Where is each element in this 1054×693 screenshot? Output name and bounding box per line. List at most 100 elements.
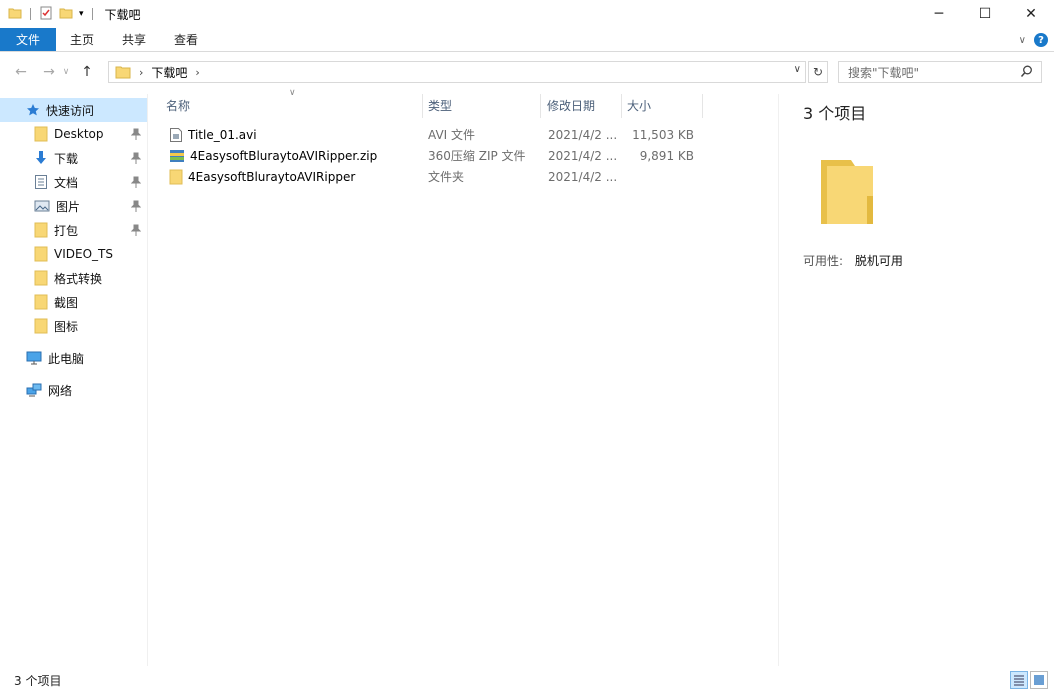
- folder-icon: [34, 222, 48, 238]
- tab-share[interactable]: 共享: [108, 28, 160, 51]
- tab-home[interactable]: 主页: [56, 28, 108, 51]
- toolbar-separator: [91, 8, 93, 20]
- file-type: 文件夹: [428, 170, 465, 184]
- nav-quick-access[interactable]: 快速访问: [0, 98, 147, 122]
- column-header-type[interactable]: 类型: [428, 94, 452, 116]
- address-bar[interactable]: › 下载吧 › ∨: [108, 61, 806, 83]
- nav-item-label: 截图: [54, 295, 79, 310]
- breadcrumb-current[interactable]: 下载吧: [151, 64, 187, 81]
- toolbar-separator: [30, 8, 31, 20]
- close-button[interactable]: ✕: [1008, 0, 1054, 28]
- up-button[interactable]: ↑: [76, 61, 98, 83]
- forward-button[interactable]: →: [38, 61, 60, 83]
- address-dropdown-icon[interactable]: ∨: [794, 64, 801, 75]
- column-divider[interactable]: [621, 94, 622, 118]
- download-arrow-icon: [34, 150, 48, 166]
- file-size: 11,503 KB: [632, 127, 694, 142]
- chevron-right-icon[interactable]: ›: [195, 66, 199, 79]
- tab-file[interactable]: 文件: [0, 28, 57, 51]
- nav-this-pc[interactable]: 此电脑: [0, 346, 147, 370]
- tab-view[interactable]: 查看: [160, 28, 212, 51]
- nav-item-label: 网络: [48, 383, 73, 398]
- network-icon: [26, 383, 42, 397]
- file-type: 360压缩 ZIP 文件: [428, 149, 526, 163]
- column-divider[interactable]: [702, 94, 703, 118]
- file-row[interactable]: Title_01.avi AVI 文件 2021/4/2 ... 11,503 …: [149, 124, 778, 145]
- nav-item-label: 图标: [54, 319, 79, 334]
- file-name: 4EasysoftBluraytoAVIRipper: [188, 169, 356, 184]
- folder-icon: [34, 270, 48, 286]
- back-button[interactable]: ←: [10, 61, 32, 83]
- address-folder-icon: [115, 65, 131, 79]
- search-icon[interactable]: [1020, 65, 1033, 81]
- status-bar: 3 个项目: [0, 668, 1054, 693]
- computer-icon: [26, 351, 42, 365]
- folder-icon[interactable]: [8, 6, 22, 23]
- nav-item-label: 文档: [54, 175, 79, 190]
- file-size: 9,891 KB: [639, 148, 694, 163]
- nav-item-pictures[interactable]: 图片: [0, 194, 147, 218]
- search-input[interactable]: 搜索"下载吧": [848, 64, 919, 81]
- nav-item-downloads[interactable]: 下载: [0, 146, 147, 170]
- help-icon[interactable]: ?: [1034, 33, 1048, 47]
- nav-item-desktop[interactable]: Desktop: [0, 122, 147, 146]
- nav-item-icons[interactable]: 图标: [0, 314, 147, 338]
- sort-ascending-icon: ∨: [289, 88, 296, 98]
- pin-icon[interactable]: [130, 176, 142, 191]
- large-icons-view-icon[interactable]: [1030, 671, 1048, 689]
- folder-icon: [169, 169, 183, 185]
- navigation-pane: 快速访问 Desktop 下载 文档 图片 打包 VIDEO_TS 格式转换 截…: [0, 94, 148, 666]
- file-name-cell: 4EasysoftBluraytoAVIRipper.zip: [169, 145, 377, 166]
- refresh-button[interactable]: ↻: [808, 61, 828, 83]
- pin-icon[interactable]: [130, 128, 142, 143]
- nav-item-format-convert[interactable]: 格式转换: [0, 266, 147, 290]
- expand-ribbon-chevron-icon[interactable]: ∨: [1019, 35, 1026, 46]
- column-header-name[interactable]: 名称: [166, 94, 190, 116]
- status-item-count: 3 个项目: [14, 674, 62, 688]
- file-name-cell: Title_01.avi: [169, 124, 257, 145]
- window-title: 下载吧: [104, 7, 141, 22]
- column-divider[interactable]: [540, 94, 541, 118]
- nav-item-screenshots[interactable]: 截图: [0, 290, 147, 314]
- nav-item-label: 打包: [54, 223, 79, 238]
- file-row[interactable]: 4EasysoftBluraytoAVIRipper 文件夹 2021/4/2 …: [149, 166, 778, 187]
- nav-item-label: Desktop: [54, 127, 104, 141]
- details-view-icon[interactable]: [1010, 671, 1028, 689]
- folder-icon: [34, 246, 48, 262]
- nav-network[interactable]: 网络: [0, 378, 147, 402]
- column-header-size[interactable]: 大小: [627, 94, 651, 116]
- nav-item-dabao[interactable]: 打包: [0, 218, 147, 242]
- video-file-icon: [169, 127, 183, 143]
- availability-value: 脱机可用: [854, 254, 903, 268]
- minimize-button[interactable]: ─: [916, 0, 962, 28]
- pin-icon[interactable]: [130, 200, 142, 215]
- pin-icon[interactable]: [130, 224, 142, 239]
- maximize-button[interactable]: ☐: [962, 0, 1008, 28]
- title-bar: ▾ 下载吧 ─ ☐ ✕: [0, 0, 1054, 28]
- availability-row: 可用性: 脱机可用: [803, 252, 903, 269]
- recent-locations-dropdown[interactable]: ∨: [60, 61, 72, 83]
- nav-item-label: 下载: [54, 151, 79, 166]
- nav-item-video-ts[interactable]: VIDEO_TS: [0, 242, 147, 266]
- properties-checklist-icon[interactable]: [39, 6, 53, 23]
- search-box[interactable]: 搜索"下载吧": [838, 61, 1042, 83]
- customize-toolbar-dropdown-icon[interactable]: ▾: [79, 9, 84, 19]
- new-folder-icon[interactable]: [59, 6, 73, 23]
- details-pane: 3 个项目 可用性: 脱机可用: [778, 94, 1054, 666]
- nav-item-label: VIDEO_TS: [54, 247, 113, 261]
- nav-item-label: 图片: [56, 199, 81, 214]
- file-name: Title_01.avi: [188, 127, 257, 142]
- file-date: 2021/4/2 ...: [548, 169, 618, 184]
- column-divider[interactable]: [422, 94, 423, 118]
- chevron-right-icon[interactable]: ›: [139, 66, 143, 79]
- column-header-date[interactable]: 修改日期: [547, 94, 595, 116]
- pin-icon[interactable]: [130, 152, 142, 167]
- document-icon: [34, 174, 48, 190]
- file-list: ∨ 名称 类型 修改日期 大小 Title_01.avi AVI 文件 2021…: [149, 88, 778, 666]
- file-row[interactable]: 4EasysoftBluraytoAVIRipper.zip 360压缩 ZIP…: [149, 145, 778, 166]
- nav-item-label: 此电脑: [48, 351, 85, 366]
- nav-item-documents[interactable]: 文档: [0, 170, 147, 194]
- nav-item-label: 格式转换: [54, 271, 103, 286]
- navigation-bar: ← → ∨ ↑ › 下载吧 › ∨ ↻ 搜索"下载吧": [0, 53, 1054, 91]
- availability-label: 可用性:: [803, 254, 844, 268]
